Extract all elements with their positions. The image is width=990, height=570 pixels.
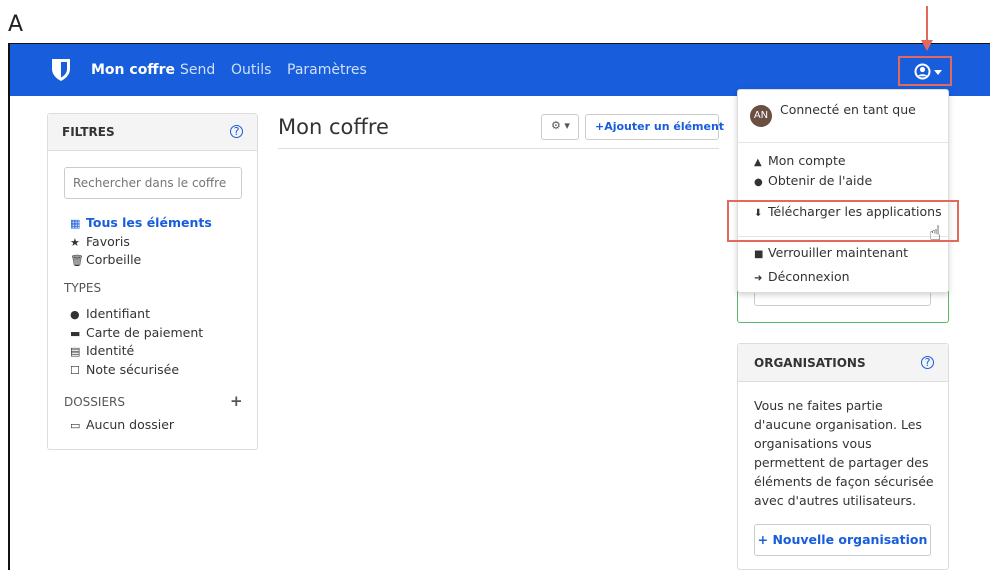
title-divider (278, 148, 719, 149)
question-circle-icon: ● (754, 177, 763, 188)
menu-item-logout[interactable]: ➜ Déconnexion (754, 269, 850, 284)
nav-mon-coffre[interactable]: Mon coffre (91, 62, 175, 78)
hand-cursor-icon: ☝ (929, 221, 942, 245)
organizations-title: ORGANISATIONS (754, 356, 866, 370)
plus-icon: + (595, 120, 605, 133)
grid-icon: ▦ (70, 217, 81, 230)
filter-favorites[interactable]: ★ Favoris (70, 234, 130, 249)
menu-item-get-help[interactable]: ● Obtenir de l'aide (754, 173, 872, 188)
plus-icon: + (757, 532, 773, 547)
highlight-download-apps (727, 200, 959, 242)
id-card-icon: ▤ (70, 345, 81, 358)
menu-item-my-account[interactable]: ▲ Mon compte (754, 153, 846, 168)
filter-type-identity[interactable]: ▤ Identité (70, 343, 134, 358)
folders-heading: DOSSIERS (64, 395, 125, 409)
logged-in-as-label: Connecté en tant que (780, 102, 916, 117)
filters-title: FILTRES (62, 125, 115, 139)
sticky-note-icon: ☐ (70, 364, 80, 377)
folder-icon: ▭ (70, 419, 81, 432)
filter-type-card[interactable]: ▬ Carte de paiement (70, 325, 203, 340)
filters-header: FILTRES ? (48, 114, 257, 151)
vault-search-input[interactable] (64, 167, 242, 199)
organizations-header: ORGANISATIONS ? (738, 344, 948, 382)
filter-no-folder[interactable]: ▭ Aucun dossier (70, 417, 174, 432)
nav-send[interactable]: Send (180, 62, 215, 78)
annotation-arrow-shaft (926, 6, 928, 42)
bitwarden-shield-icon[interactable] (50, 58, 72, 82)
filter-all-items[interactable]: ▦ Tous les éléments (70, 215, 212, 230)
vault-options-button[interactable]: ⚙ ▾ (541, 114, 579, 140)
star-icon: ★ (70, 236, 80, 249)
filter-type-login[interactable]: ● Identifiant (70, 306, 150, 321)
filter-trash[interactable]: 🗑 Corbeille (70, 252, 141, 267)
figure-label: A (8, 12, 24, 37)
help-icon[interactable]: ? (230, 125, 243, 138)
nav-parametres[interactable]: Paramètres (287, 62, 367, 78)
page-title: Mon coffre (278, 115, 389, 139)
gear-icon: ⚙ ▾ (551, 119, 570, 132)
profile-menu-button[interactable] (898, 56, 952, 86)
avatar: AN (750, 105, 772, 127)
globe-icon: ● (70, 308, 80, 321)
chevron-down-icon (934, 70, 942, 75)
help-icon[interactable]: ? (921, 356, 934, 369)
profile-dropdown-menu: AN Connecté en tant que ▲ Mon compte ● Obt… (737, 89, 949, 293)
credit-card-icon: ▬ (70, 327, 81, 340)
user-icon: ▲ (754, 157, 762, 168)
frame-left-border (8, 44, 10, 570)
menu-divider (738, 142, 948, 143)
new-organization-button[interactable]: + Nouvelle organisation (754, 524, 931, 556)
filter-type-note[interactable]: ☐ Note sécurisée (70, 362, 179, 377)
types-heading: TYPES (64, 281, 102, 295)
menu-item-lock-now[interactable]: ■ Verrouiller maintenant (754, 245, 908, 260)
organizations-panel: ORGANISATIONS ? Vous ne faites partie d'… (737, 343, 949, 570)
lock-icon: ■ (754, 249, 764, 260)
filters-panel: FILTRES ? ▦Tous les éléments ★Favoris 🗑C… (47, 113, 258, 450)
user-circle-icon (914, 63, 931, 80)
sign-out-icon: ➜ (754, 273, 763, 284)
nav-outils[interactable]: Outils (231, 62, 271, 78)
annotation-arrow-icon (921, 40, 933, 51)
add-folder-plus-icon[interactable]: + (230, 392, 243, 410)
trash-icon: 🗑 (70, 254, 84, 267)
add-item-button[interactable]: +Ajouter un élément (585, 114, 724, 140)
organizations-description: Vous ne faites partie d'aucune organisat… (754, 398, 934, 508)
